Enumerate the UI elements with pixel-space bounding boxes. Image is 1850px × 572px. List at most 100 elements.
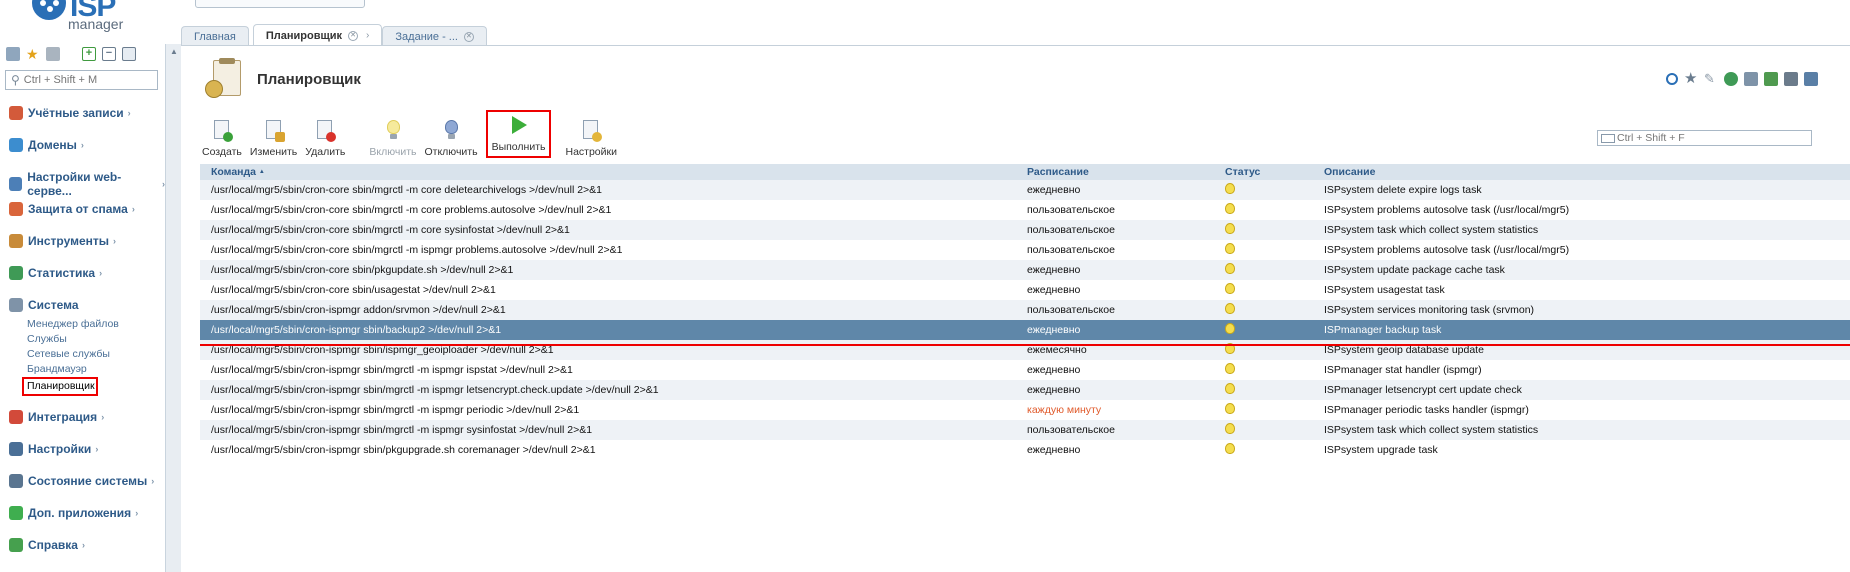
sidebar-search[interactable]: ⚲ [5, 70, 158, 90]
cell-description: ISPsystem problems autosolve task (/usr/… [1324, 244, 1570, 256]
close-tab-icon[interactable]: ✕ [348, 30, 359, 41]
toolbox-icon[interactable] [46, 47, 60, 61]
sort-ascending-icon: ▲ [258, 169, 265, 176]
print-icon[interactable] [1784, 72, 1798, 86]
sidebar-group-12[interactable]: Справка › [9, 538, 85, 552]
refresh-icon[interactable] [1666, 73, 1678, 85]
sidebar-group-8[interactable]: Интеграция › [9, 410, 104, 424]
apps-icon [9, 506, 23, 520]
table-filter[interactable] [1597, 130, 1812, 146]
chevron-right-icon: › [99, 268, 103, 278]
tree-view-icon[interactable] [6, 47, 20, 61]
window-icon[interactable] [1744, 72, 1758, 86]
columns-icon[interactable] [1804, 72, 1818, 86]
sidebar-group-11[interactable]: Доп. приложения › [9, 506, 138, 520]
favorites-star-icon[interactable]: ★ [26, 47, 40, 61]
sidebar-group-4[interactable]: Защита от спама › [9, 202, 135, 216]
cell-schedule: ежедневно [1027, 184, 1081, 196]
table-row[interactable]: /usr/local/mgr5/sbin/cron-core sbin/mgrc… [200, 200, 1850, 220]
table-row[interactable]: /usr/local/mgr5/sbin/cron-ispmgr sbin/mg… [200, 360, 1850, 380]
cell-status [1219, 283, 1318, 297]
table-row[interactable]: /usr/local/mgr5/sbin/cron-core sbin/usag… [200, 280, 1850, 300]
close-tab-icon[interactable]: ✕ [463, 31, 474, 42]
sidebar-item-firewall[interactable]: Брандмауэр [27, 362, 119, 377]
cell-schedule: пользовательское [1027, 424, 1115, 436]
sidebar-item-network-services[interactable]: Сетевые службы [27, 347, 119, 362]
table-row[interactable]: /usr/local/mgr5/sbin/cron-core sbin/pkgu… [200, 260, 1850, 280]
export-icon[interactable] [1764, 72, 1778, 86]
tab-label: Главная [194, 30, 236, 43]
cell-description: ISPmanager periodic tasks handler (ispmg… [1324, 404, 1529, 416]
logo-subtext: manager [68, 16, 124, 32]
sidebar-group-6[interactable]: Статистика › [9, 266, 102, 280]
tab-task[interactable]: Задание - ... ✕ [382, 26, 487, 46]
sidebar-group-label: Инструменты [28, 234, 110, 248]
table-row[interactable]: /usr/local/mgr5/sbin/cron-ispmgr sbin/mg… [200, 380, 1850, 400]
expand-all-icon[interactable]: + [82, 47, 96, 61]
sidebar-item-services[interactable]: Службы [27, 332, 119, 347]
sidebar-group-10[interactable]: Состояние системы › [9, 474, 154, 488]
cell-status [1219, 383, 1318, 397]
sidebar-splitter[interactable]: ▲ [165, 44, 181, 572]
collapse-arrow-icon[interactable]: ▲ [170, 47, 178, 56]
create-button[interactable]: Создать [202, 120, 242, 158]
tab-scheduler[interactable]: Планировщик ✕ › [252, 24, 383, 46]
sidebar-group-3[interactable]: Настройки web-серве... › [9, 170, 165, 198]
table-row[interactable]: /usr/local/mgr5/sbin/cron-ispmgr sbin/ba… [200, 320, 1850, 340]
sidebar-group-7[interactable]: Система [9, 298, 83, 312]
chevron-right-icon: › [366, 30, 370, 41]
cell-description: ISPsystem upgrade task [1324, 444, 1438, 456]
pin-icon[interactable]: ✎ [1704, 72, 1718, 86]
lightbulb-icon [1225, 443, 1235, 454]
sidebar-group-9[interactable]: Настройки › [9, 442, 98, 456]
top-search-field[interactable] [195, 0, 365, 8]
tab-home[interactable]: Главная [181, 26, 249, 46]
table-row[interactable]: /usr/local/mgr5/sbin/cron-ispmgr addon/s… [200, 300, 1850, 320]
annotation-underline [200, 344, 1850, 346]
filter-input[interactable] [1617, 132, 1807, 144]
lightbulb-icon [1225, 183, 1235, 194]
sidebar-group-label: Настройки web-серве... [27, 170, 122, 198]
table-row[interactable]: /usr/local/mgr5/sbin/cron-core sbin/mgrc… [200, 180, 1850, 200]
sidebar-search-input[interactable] [23, 74, 149, 86]
sidebar-group-1[interactable]: Учётные записи › [9, 106, 131, 120]
cell-command: /usr/local/mgr5/sbin/cron-core sbin/mgrc… [211, 244, 623, 256]
system-submenu: Менеджер файлов Службы Сетевые службы Бр… [22, 317, 119, 396]
sidebar-item-file-manager[interactable]: Менеджер файлов [27, 317, 119, 332]
cell-schedule: ежедневно [1027, 284, 1081, 296]
table-row[interactable]: /usr/local/mgr5/sbin/cron-core sbin/mgrc… [200, 220, 1850, 240]
column-description[interactable]: Описание [1318, 166, 1850, 178]
table-row[interactable]: /usr/local/mgr5/sbin/cron-ispmgr sbin/mg… [200, 400, 1850, 420]
table-row[interactable]: /usr/local/mgr5/sbin/cron-core sbin/mgrc… [200, 240, 1850, 260]
globe-icon[interactable] [1724, 72, 1738, 86]
cell-command: /usr/local/mgr5/sbin/cron-ispmgr sbin/mg… [211, 384, 659, 396]
enable-button[interactable]: Включить [369, 120, 416, 158]
column-status[interactable]: Статус [1219, 166, 1318, 178]
logo[interactable]: ISP manager [32, 0, 142, 34]
column-command[interactable]: Команда ▲ [200, 166, 1021, 178]
cell-description: ISPsystem task which collect system stat… [1324, 424, 1539, 436]
settings-button[interactable]: Настройки [565, 120, 617, 158]
collapse-all-icon[interactable]: − [102, 47, 116, 61]
table-body: /usr/local/mgr5/sbin/cron-core sbin/mgrc… [200, 180, 1850, 460]
logo-icon [32, 0, 66, 20]
help-icon [9, 538, 23, 552]
run-button[interactable]: Выполнить [485, 110, 552, 158]
table-row[interactable]: /usr/local/mgr5/sbin/cron-ispmgr sbin/pk… [200, 440, 1850, 460]
cell-command: /usr/local/mgr5/sbin/cron-core sbin/mgrc… [211, 184, 603, 196]
disable-button[interactable]: Отключить [424, 120, 478, 158]
cell-command: /usr/local/mgr5/sbin/cron-ispmgr sbin/ba… [211, 324, 502, 336]
cell-status [1219, 263, 1318, 277]
table-row[interactable]: /usr/local/mgr5/sbin/cron-ispmgr sbin/is… [200, 340, 1850, 360]
sidebar-group-2[interactable]: Домены › [9, 138, 84, 152]
sidebar-group-5[interactable]: Инструменты › [9, 234, 116, 248]
sidebar-item-scheduler[interactable]: Планировщик [22, 377, 98, 396]
cell-command: /usr/local/mgr5/sbin/cron-ispmgr sbin/mg… [211, 424, 593, 436]
table-row[interactable]: /usr/local/mgr5/sbin/cron-ispmgr sbin/mg… [200, 420, 1850, 440]
column-schedule[interactable]: Расписание [1021, 166, 1219, 178]
edit-button[interactable]: Изменить [250, 120, 297, 158]
star-icon[interactable]: ★ [1684, 71, 1698, 86]
pin-menu-icon[interactable] [122, 47, 136, 61]
delete-button[interactable]: Удалить [305, 120, 345, 158]
run-label: Выполнить [491, 141, 546, 153]
